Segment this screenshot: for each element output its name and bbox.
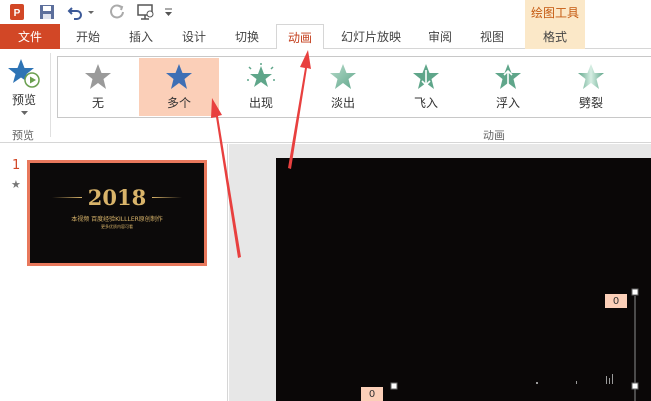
star-fade-icon bbox=[330, 64, 356, 89]
tab-animations[interactable]: 动画 bbox=[276, 24, 324, 50]
preview-star-icon bbox=[8, 59, 40, 88]
undo-dropdown-icon[interactable] bbox=[86, 2, 96, 22]
slides-panel: 1 ★ 2018 本视频 百度经验KILLLER原创制作 更多优质内容可看 bbox=[0, 144, 228, 401]
thumb-subtitle: 本视频 百度经验KILLLER原创制作 bbox=[71, 216, 163, 223]
animation-appear[interactable]: 出现 bbox=[221, 58, 301, 116]
powerpoint-app-icon[interactable]: P bbox=[6, 2, 28, 22]
customize-toolbar-icon[interactable] bbox=[162, 2, 174, 22]
animation-split[interactable]: 劈裂 bbox=[551, 58, 631, 116]
resize-handle[interactable] bbox=[631, 382, 639, 390]
preview-dropdown-icon[interactable] bbox=[20, 111, 28, 116]
animation-none[interactable]: 无 bbox=[58, 58, 138, 116]
selected-shape[interactable] bbox=[276, 158, 651, 401]
ribbon-tab-bar: 文件 开始 插入 设计 切换 动画 幻灯片放映 审阅 视图 格式 bbox=[0, 24, 651, 50]
animation-order-tag[interactable]: 0 bbox=[605, 294, 627, 308]
resize-handle[interactable] bbox=[390, 382, 398, 390]
slide-canvas[interactable] bbox=[276, 158, 651, 401]
tab-review[interactable]: 审阅 bbox=[414, 24, 466, 49]
animation-label: 无 bbox=[91, 96, 104, 110]
thumb-year: 2018 bbox=[87, 185, 147, 210]
animation-label: 飞入 bbox=[413, 96, 438, 110]
animation-label: 劈裂 bbox=[578, 96, 603, 110]
animation-marker-icon: ★ bbox=[11, 178, 21, 191]
tab-slideshow[interactable]: 幻灯片放映 bbox=[330, 24, 412, 49]
star-float-in-icon bbox=[495, 64, 521, 89]
resize-handle[interactable] bbox=[631, 288, 639, 296]
undo-icon[interactable] bbox=[64, 2, 86, 22]
star-appear-icon bbox=[247, 63, 275, 87]
slide-editor: 0 0 bbox=[229, 144, 651, 401]
animation-label: 多个 bbox=[166, 96, 191, 110]
tab-home[interactable]: 开始 bbox=[62, 24, 114, 49]
tab-design[interactable]: 设计 bbox=[168, 24, 220, 49]
thumb-small-text: 更多优质内容可看 bbox=[101, 224, 133, 229]
animation-fade[interactable]: 淡出 bbox=[303, 58, 383, 116]
tab-format[interactable]: 格式 bbox=[525, 24, 585, 49]
animation-label: 浮入 bbox=[495, 96, 520, 110]
star-blue-icon bbox=[166, 64, 192, 89]
animation-group-label: 动画 bbox=[483, 129, 505, 142]
tab-insert[interactable]: 插入 bbox=[114, 24, 168, 49]
ribbon-group-divider bbox=[50, 53, 51, 137]
slideshow-from-start-icon[interactable] bbox=[134, 2, 158, 22]
drawing-tools-context-title: 绘图工具 bbox=[525, 0, 585, 24]
animation-float-in[interactable]: 浮入 bbox=[468, 58, 548, 116]
preview-button[interactable]: 预览 bbox=[5, 57, 43, 127]
title-bar: P 绘图工具 bbox=[0, 0, 651, 24]
save-icon[interactable] bbox=[36, 2, 58, 22]
animation-fly-in[interactable]: 飞入 bbox=[386, 58, 466, 116]
animation-label: 出现 bbox=[248, 96, 273, 110]
redo-icon[interactable] bbox=[106, 2, 128, 22]
slide-thumbnail[interactable]: 2018 本视频 百度经验KILLLER原创制作 更多优质内容可看 bbox=[27, 160, 207, 266]
slide-number: 1 bbox=[12, 158, 21, 173]
animation-label: 淡出 bbox=[330, 96, 355, 110]
preview-label: 预览 bbox=[11, 93, 36, 107]
star-gray-icon bbox=[85, 64, 111, 89]
tab-file[interactable]: 文件 bbox=[0, 24, 60, 49]
preview-group-label: 预览 bbox=[12, 129, 34, 142]
star-split-icon bbox=[578, 64, 604, 89]
animations-ribbon: 预览 预览 无 多个 出现 淡出 飞入 浮入 劈裂 动画 bbox=[0, 49, 651, 143]
animation-order-tag[interactable]: 0 bbox=[361, 387, 383, 401]
animation-gallery: 无 多个 出现 淡出 飞入 浮入 劈裂 bbox=[57, 56, 651, 118]
tab-transitions[interactable]: 切换 bbox=[220, 24, 274, 49]
animation-multiple[interactable]: 多个 bbox=[139, 58, 219, 116]
star-fly-in-icon bbox=[413, 64, 439, 89]
tab-view[interactable]: 视图 bbox=[466, 24, 518, 49]
svg-text:P: P bbox=[14, 8, 21, 19]
